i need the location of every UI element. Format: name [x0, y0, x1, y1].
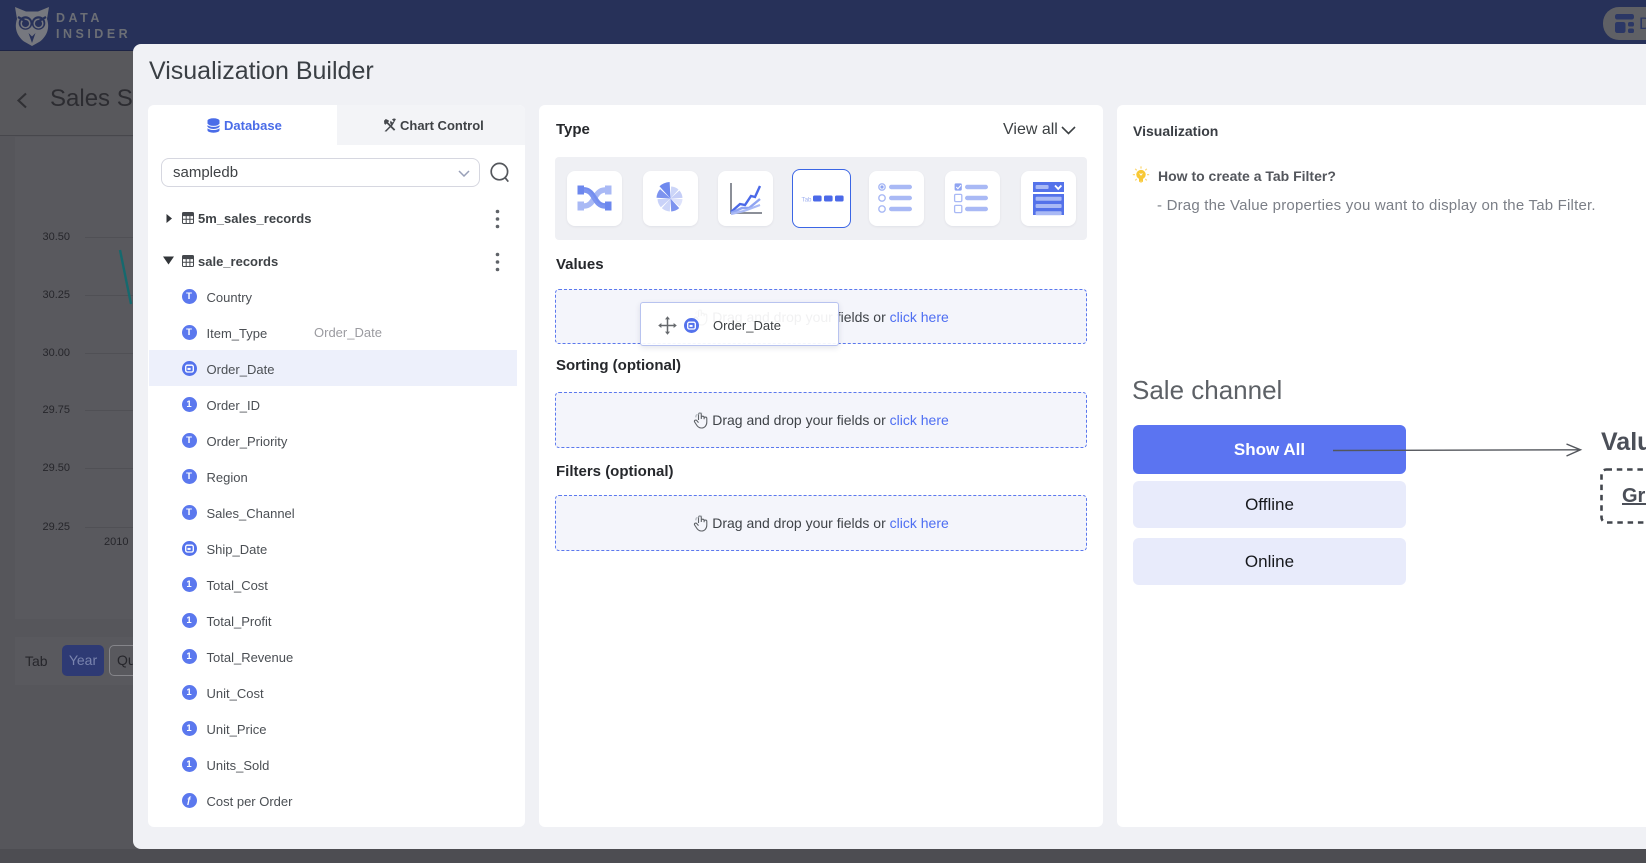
svg-text:Tab: Tab [801, 197, 812, 204]
